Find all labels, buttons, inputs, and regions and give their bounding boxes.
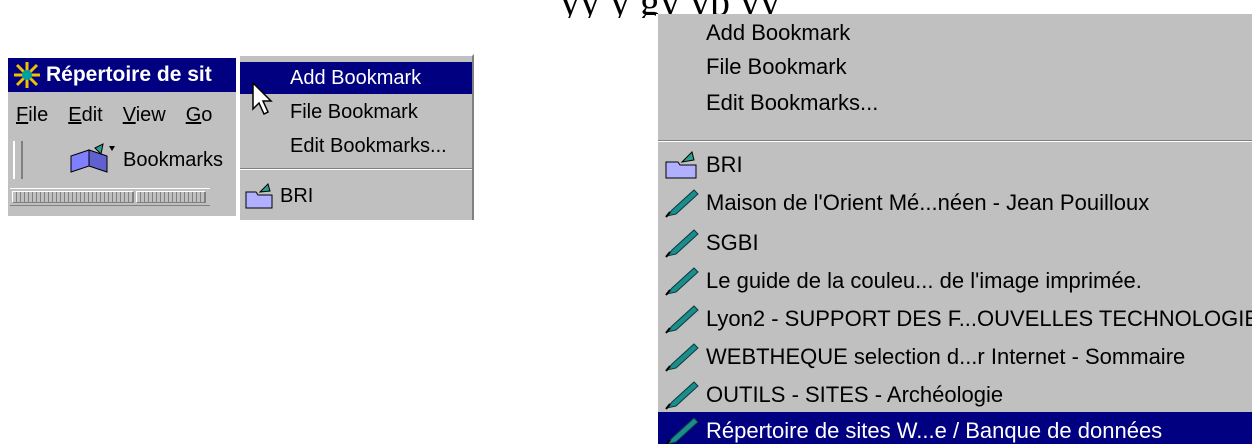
- menu-item-folder-bri[interactable]: BRI: [240, 180, 472, 212]
- bookmarks-dropdown-menu: Add Bookmark File Bookmark Edit Bookmark…: [656, 14, 1252, 444]
- bookmark-item[interactable]: Lyon2 - SUPPORT DES F...OUVELLES TECHNOL…: [658, 300, 1252, 338]
- menu-item-folder-bri[interactable]: BRI: [658, 146, 1252, 184]
- bookmark-quill-icon: [665, 189, 699, 218]
- bookmarks-button-label[interactable]: Bookmarks: [123, 149, 223, 172]
- browser-window: Répertoire de sit File Edit View Go Book…: [8, 58, 236, 216]
- toolbar-tab[interactable]: [12, 191, 134, 203]
- bookmark-item[interactable]: OUTILS - SITES - Archéologie: [658, 376, 1252, 414]
- menu-go[interactable]: Go: [186, 104, 213, 127]
- menu-item-add-bookmark[interactable]: Add Bookmark: [658, 14, 1252, 52]
- bookmark-quill-icon: [665, 229, 699, 258]
- toolbar-tab-strip: [10, 188, 210, 206]
- menu-separator: [240, 168, 472, 170]
- toolbar-tab[interactable]: [136, 191, 206, 203]
- bookmark-item[interactable]: WEBTHEQUE selection d...r Internet - Som…: [658, 338, 1252, 376]
- bookmark-item[interactable]: Maison de l'Orient Mé...néen - Jean Poui…: [658, 184, 1252, 222]
- bookmarks-book-icon[interactable]: [67, 142, 117, 178]
- menu-item-file-bookmark[interactable]: File Bookmark: [658, 48, 1252, 86]
- menu-edit[interactable]: Edit: [68, 104, 102, 127]
- menu-separator: [658, 140, 1252, 142]
- bookmark-quill-icon: [665, 305, 699, 334]
- bookmark-quill-icon: [665, 343, 699, 372]
- window-title: Répertoire de sit: [46, 63, 212, 86]
- folder-icon: [665, 151, 697, 179]
- menu-item-edit-bookmarks[interactable]: Edit Bookmarks...: [658, 84, 1252, 122]
- bookmarks-popup-menu: Add Bookmark File Bookmark Edit Bookmark…: [238, 54, 474, 220]
- bookmark-quill-icon: [665, 267, 699, 296]
- app-star-icon: [12, 60, 42, 90]
- bookmark-item[interactable]: SGBI: [658, 224, 1252, 262]
- bookmark-quill-icon: [665, 381, 699, 410]
- toolbar-grip-handle[interactable]: [13, 141, 23, 179]
- menu-file[interactable]: File: [16, 104, 48, 127]
- menu-item-add-bookmark[interactable]: Add Bookmark: [240, 62, 472, 94]
- mouse-pointer-icon: [252, 82, 273, 116]
- menubar: File Edit View Go: [8, 98, 224, 132]
- bookmark-quill-icon: [665, 417, 699, 444]
- folder-icon: [245, 183, 273, 209]
- bookmark-item-selected[interactable]: Répertoire de sites W...e / Banque de do…: [658, 412, 1252, 444]
- menu-item-file-bookmark[interactable]: File Bookmark: [240, 96, 472, 128]
- personal-toolbar: Bookmarks: [8, 138, 236, 182]
- menu-view[interactable]: View: [123, 104, 166, 127]
- bookmark-item[interactable]: Le guide de la couleu... de l'image impr…: [658, 262, 1252, 300]
- window-titlebar: Répertoire de sit: [8, 58, 236, 92]
- menu-item-edit-bookmarks[interactable]: Edit Bookmarks...: [240, 130, 472, 162]
